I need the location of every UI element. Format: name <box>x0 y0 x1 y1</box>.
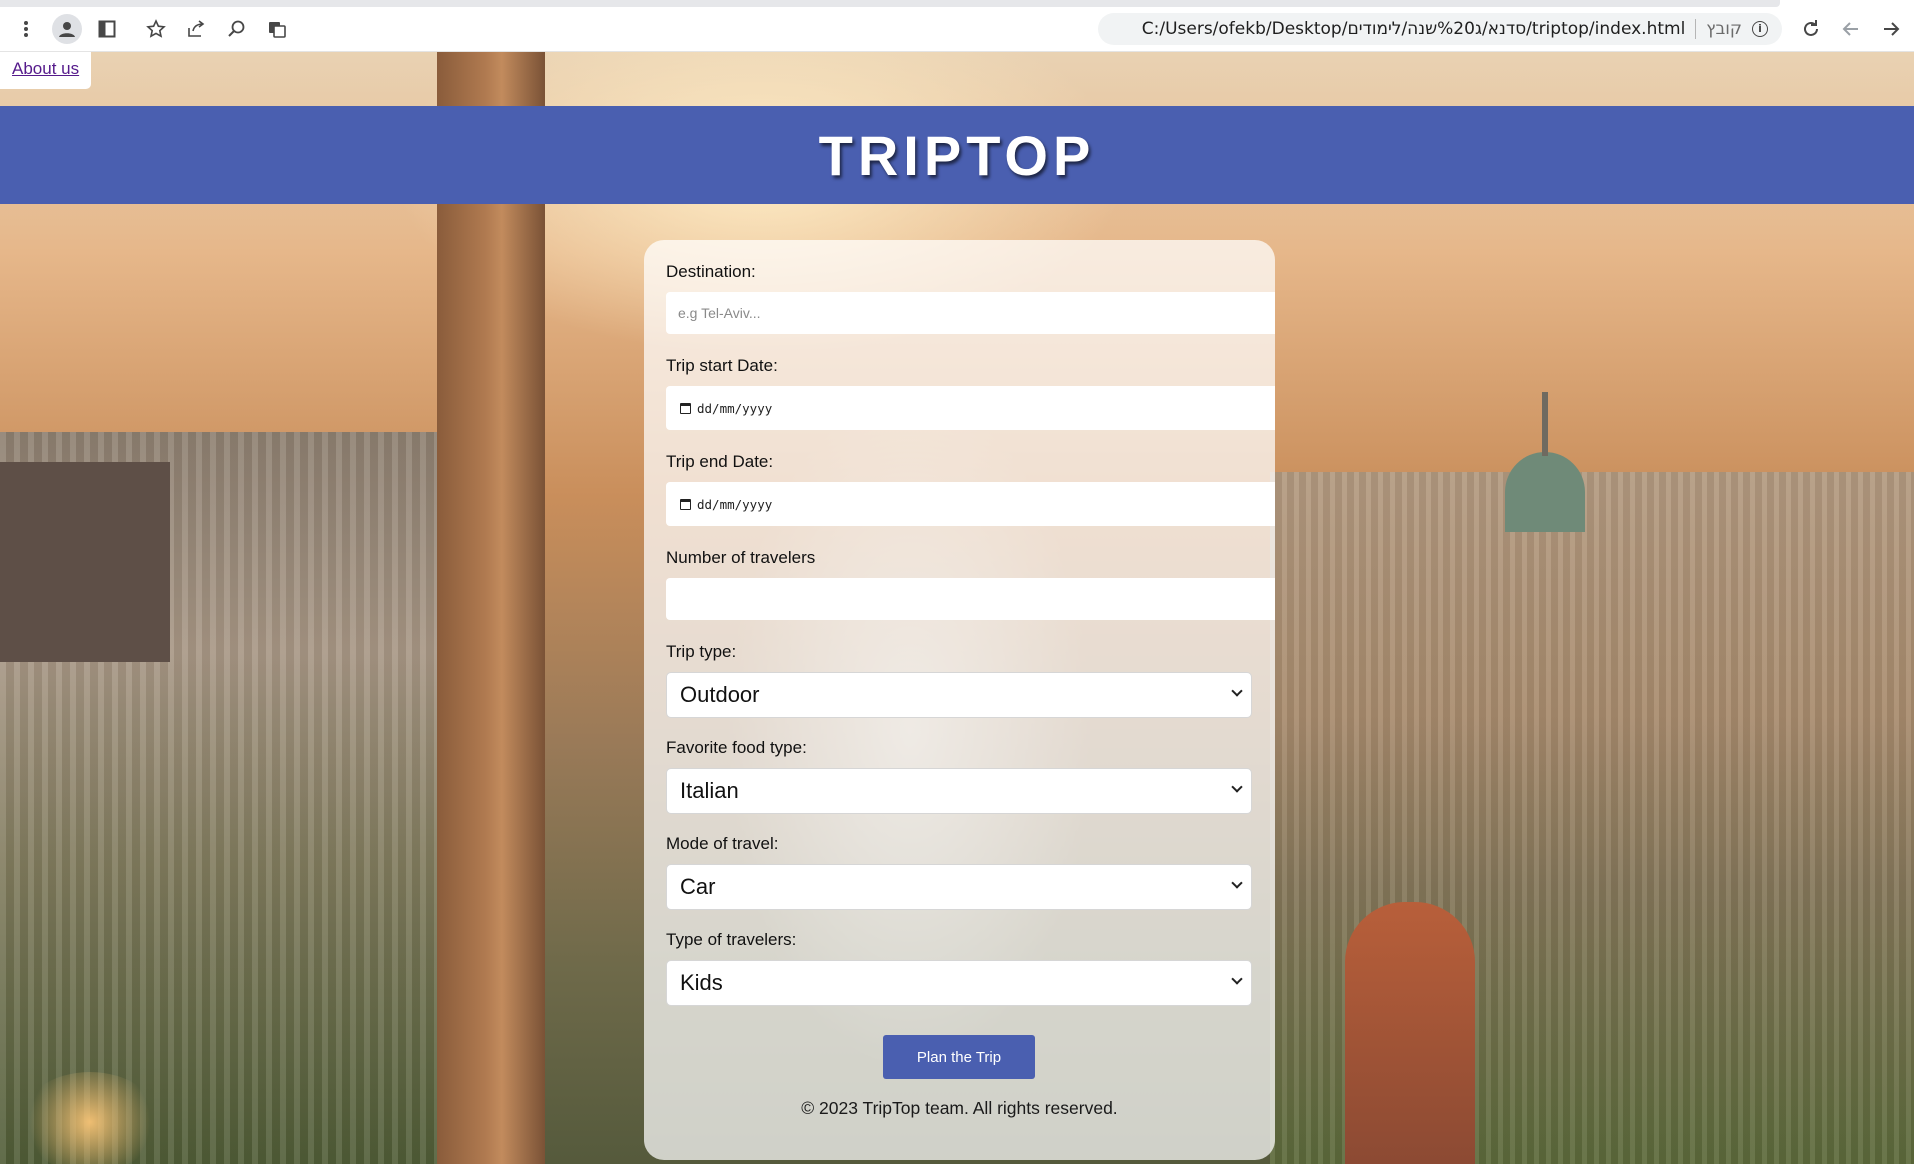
share-icon[interactable] <box>181 14 211 44</box>
site-header: TRIPTOP <box>0 106 1914 204</box>
chevron-down-icon <box>1231 685 1243 697</box>
file-scheme-label: קובץ <box>1706 19 1742 39</box>
address-divider <box>1695 19 1697 39</box>
start-date-label: Trip start Date: <box>666 356 778 375</box>
traveler-type-value: Kids <box>680 970 723 995</box>
loading-bar <box>0 0 1780 7</box>
destination-input[interactable] <box>666 292 1275 334</box>
travel-mode-select[interactable]: Car <box>666 864 1252 910</box>
end-date-label: Trip end Date: <box>666 452 774 471</box>
trip-type-value: Outdoor <box>680 682 760 707</box>
translate-icon[interactable] <box>262 14 292 44</box>
profile-icon[interactable] <box>52 14 82 44</box>
destination-label: Destination: <box>666 262 756 281</box>
trip-form: Destination: Trip start Date: dd/mm/yyyy… <box>644 240 1275 1160</box>
dome-background <box>1505 452 1585 532</box>
copyright-footer: © 2023 TripTop team. All rights reserved… <box>801 1098 1118 1118</box>
trip-type-group: Trip type: Outdoor <box>666 642 1275 718</box>
address-bar[interactable]: C:/Users/ofekb/Desktop/סדנא/ג%20שנה/לימו… <box>1098 13 1782 45</box>
travelers-count-label: Number of travelers <box>666 548 816 567</box>
travel-mode-group: Mode of travel: Car <box>666 834 1275 910</box>
spire-background <box>1542 392 1548 456</box>
destination-group: Destination: <box>666 262 1275 334</box>
travel-mode-label: Mode of travel: <box>666 834 779 853</box>
travelers-count-input[interactable] <box>666 578 1275 620</box>
reload-icon[interactable] <box>1796 14 1826 44</box>
pillar-background <box>437 52 545 1164</box>
page-background: About us TRIPTOP Destination: Trip start… <box>0 52 1914 1164</box>
sun-flare-background <box>20 1072 160 1164</box>
site-title: TRIPTOP <box>818 123 1096 187</box>
plan-trip-button[interactable]: Plan the Trip <box>883 1035 1035 1079</box>
start-date-placeholder: dd/mm/yyyy <box>697 400 773 416</box>
chevron-down-icon <box>1231 973 1243 985</box>
calendar-icon[interactable] <box>680 498 691 510</box>
end-date-placeholder: dd/mm/yyyy <box>697 496 773 512</box>
browser-toolbar: C:/Users/ofekb/Desktop/סדנא/ג%20שנה/לימו… <box>0 0 1914 52</box>
trip-type-select[interactable]: Outdoor <box>666 672 1252 718</box>
traveler-type-label: Type of travelers: <box>666 930 797 949</box>
forward-icon[interactable] <box>1876 14 1906 44</box>
food-type-value: Italian <box>680 778 739 803</box>
menu-dots-icon[interactable] <box>11 14 41 44</box>
end-date-group: Trip end Date: dd/mm/yyyy <box>666 452 1275 526</box>
traveler-type-select[interactable]: Kids <box>666 960 1252 1006</box>
traveler-type-group: Type of travelers: Kids <box>666 930 1275 1006</box>
building-left-background <box>0 462 170 662</box>
info-icon[interactable]: i <box>1752 21 1768 37</box>
bookmark-star-icon[interactable] <box>141 14 171 44</box>
food-type-label: Favorite food type: <box>666 738 807 757</box>
food-type-group: Favorite food type: Italian <box>666 738 1275 814</box>
search-page-icon[interactable] <box>222 14 252 44</box>
chevron-down-icon <box>1231 781 1243 793</box>
travelers-count-group: Number of travelers <box>666 548 1275 620</box>
travel-mode-value: Car <box>680 874 716 899</box>
start-date-input[interactable]: dd/mm/yyyy <box>666 386 1275 430</box>
side-panel-icon[interactable] <box>92 14 122 44</box>
about-us-link[interactable]: About us <box>0 52 92 89</box>
start-date-group: Trip start Date: dd/mm/yyyy <box>666 356 1275 430</box>
trip-type-label: Trip type: <box>666 642 737 661</box>
end-date-input[interactable]: dd/mm/yyyy <box>666 482 1275 526</box>
back-icon[interactable] <box>1836 14 1866 44</box>
food-type-select[interactable]: Italian <box>666 768 1252 814</box>
calendar-icon[interactable] <box>680 402 691 414</box>
url-text[interactable]: C:/Users/ofekb/Desktop/סדנא/ג%20שנה/לימו… <box>1142 19 1686 39</box>
tower-background <box>1345 902 1475 1164</box>
chevron-down-icon <box>1231 877 1243 889</box>
